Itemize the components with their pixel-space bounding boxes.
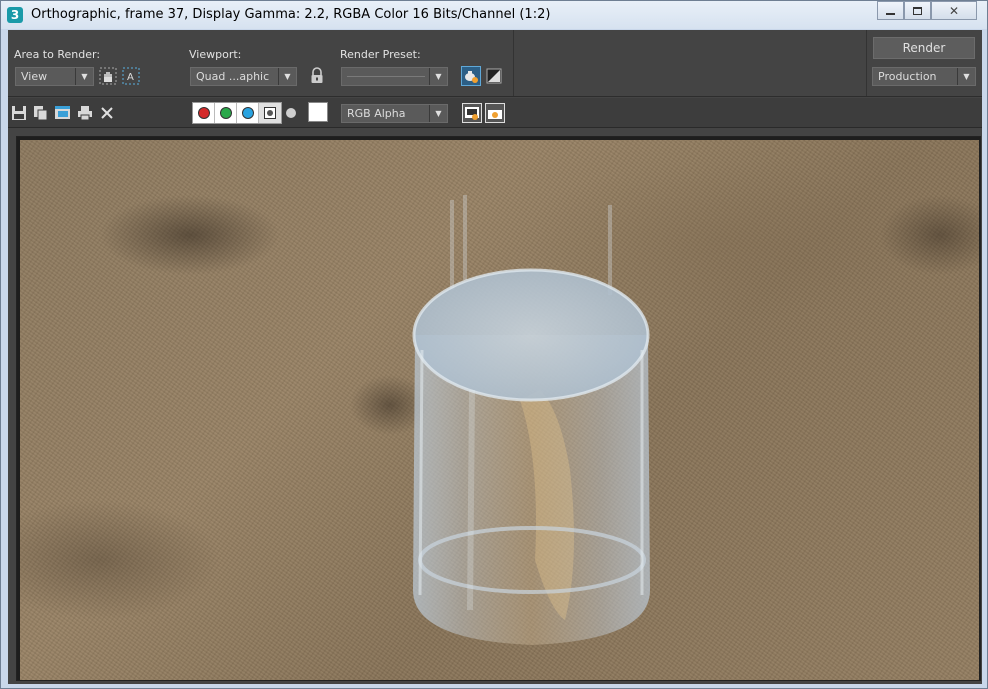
green-channel-icon — [219, 107, 232, 119]
red-channel-toggle[interactable] — [193, 103, 215, 123]
blue-channel-icon — [241, 107, 254, 119]
channel-toggles — [192, 102, 282, 124]
restore-button[interactable] — [904, 1, 931, 20]
save-image-button[interactable] — [10, 104, 28, 122]
restore-icon — [913, 6, 922, 15]
copy-icon — [34, 106, 48, 121]
render-mode-value: Production — [878, 70, 937, 83]
minimize-button[interactable] — [877, 1, 904, 20]
environment-icon — [486, 68, 502, 84]
render-mode-dropdown[interactable]: Production ▼ — [872, 67, 976, 86]
preset-separator — [347, 76, 425, 77]
toggle-ui-overlay-button[interactable] — [462, 103, 482, 123]
ui-panel-icon — [488, 107, 502, 119]
clone-window-icon — [55, 106, 70, 119]
monochrome-toggle[interactable] — [286, 108, 296, 118]
toggle-ui-button[interactable] — [485, 103, 505, 123]
red-channel-icon — [197, 107, 210, 119]
chevron-down-icon: ▼ — [429, 105, 447, 122]
clear-button[interactable] — [98, 104, 116, 122]
minimize-icon — [886, 12, 895, 15]
render-button[interactable]: Render — [873, 37, 975, 59]
title-bar[interactable]: 3 Orthographic, frame 37, Display Gamma:… — [1, 1, 987, 29]
window-controls: ✕ — [877, 1, 977, 21]
render-controls-panel: Area to Render: View ▼ A Viewport: Quad … — [8, 30, 982, 97]
display-channel-dropdown[interactable]: RGB Alpha ▼ — [341, 104, 448, 123]
close-icon: ✕ — [948, 3, 960, 18]
chevron-down-icon: ▼ — [429, 68, 447, 85]
save-icon — [12, 106, 26, 120]
color-swatch[interactable] — [308, 102, 328, 122]
render-preset-label: Render Preset: — [340, 48, 421, 61]
render-frame-window: 3 Orthographic, frame 37, Display Gamma:… — [0, 0, 988, 689]
chevron-down-icon: ▼ — [957, 68, 975, 85]
render-setup-button[interactable] — [461, 66, 481, 86]
glass-cylinder-render — [412, 195, 650, 645]
frame-toolbar: RGB Alpha ▼ — [8, 98, 982, 128]
render-window-client: Area to Render: View ▼ A Viewport: Quad … — [8, 30, 982, 684]
app-logo-icon: 3 — [7, 7, 23, 23]
rendered-image-frame[interactable] — [16, 136, 981, 681]
display-channel-value: RGB Alpha — [347, 107, 406, 120]
rendered-image[interactable] — [20, 140, 979, 680]
clone-frame-button[interactable] — [32, 104, 50, 122]
teapot-settings-icon — [465, 71, 478, 83]
ui-overlay-icon — [465, 107, 479, 120]
blue-channel-toggle[interactable] — [237, 103, 259, 123]
print-image-button[interactable] — [76, 104, 94, 122]
close-x-icon — [101, 107, 113, 119]
print-icon — [78, 106, 92, 121]
alpha-channel-icon — [264, 107, 276, 119]
alpha-channel-toggle[interactable] — [259, 103, 281, 123]
render-setup-group — [8, 30, 514, 96]
render-preset-dropdown[interactable]: ▼ — [341, 67, 448, 86]
green-channel-toggle[interactable] — [215, 103, 237, 123]
clone-window-button[interactable] — [54, 104, 72, 122]
environment-effects-button[interactable] — [484, 66, 504, 86]
window-title: Orthographic, frame 37, Display Gamma: 2… — [31, 7, 551, 22]
close-button[interactable]: ✕ — [931, 1, 977, 20]
